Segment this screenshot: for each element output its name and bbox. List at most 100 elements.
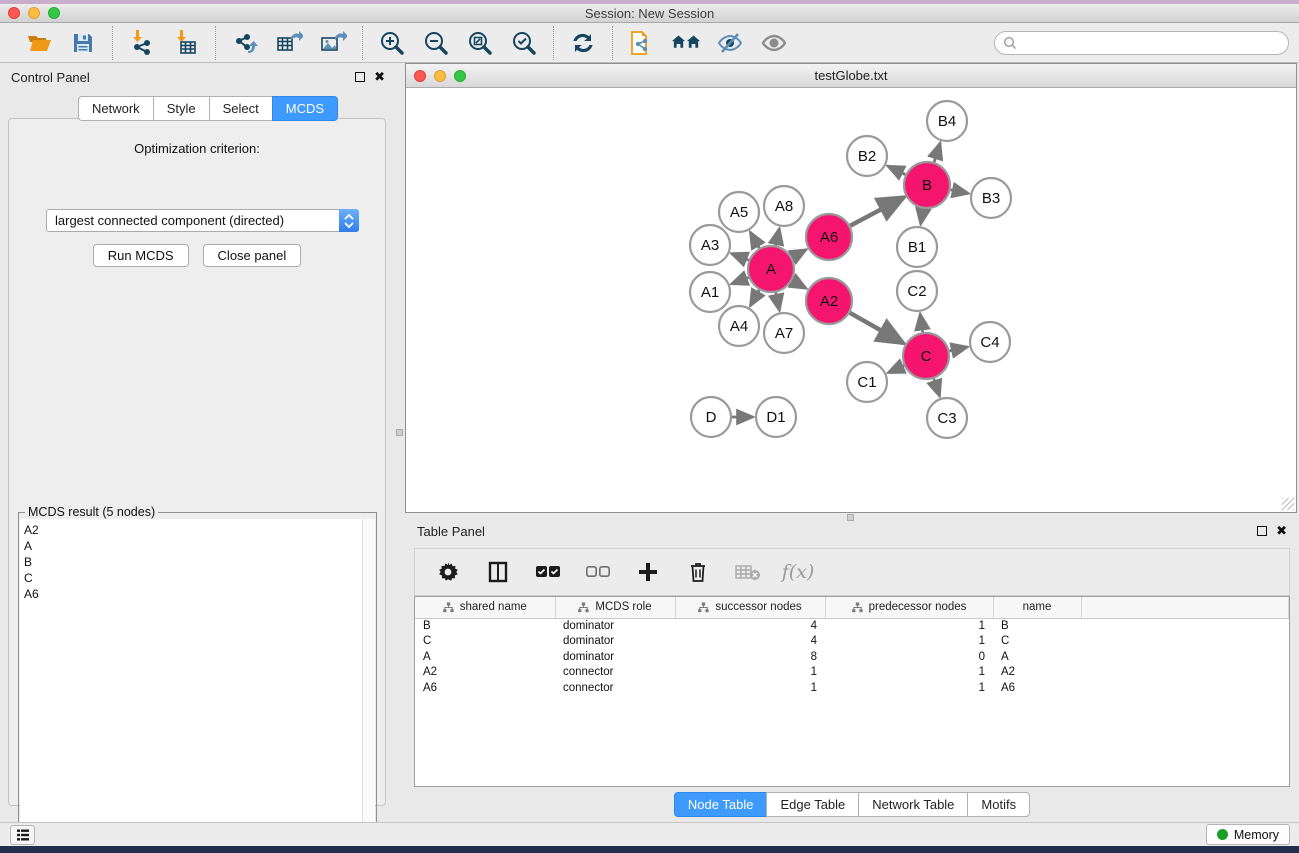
mcds-result-item[interactable]: A2 <box>24 522 363 538</box>
zoom-in-icon[interactable] <box>377 28 407 58</box>
minimize-network-icon[interactable] <box>434 70 446 82</box>
cell-shared_name[interactable]: A2 <box>415 665 555 681</box>
table-settings-icon[interactable] <box>435 559 461 585</box>
cell-predecessor_nodes[interactable]: 0 <box>825 649 993 665</box>
select-all-icon[interactable] <box>535 559 561 585</box>
close-table-panel-icon[interactable]: ✖ <box>1276 526 1287 536</box>
minimize-window-icon[interactable] <box>28 7 40 19</box>
tab-node-table[interactable]: Node Table <box>674 792 767 817</box>
close-panel-button[interactable]: Close panel <box>203 244 302 267</box>
edge-C-C4[interactable] <box>949 347 967 351</box>
deselect-all-icon[interactable] <box>585 559 611 585</box>
cell-predecessor_nodes[interactable]: 1 <box>825 618 993 634</box>
run-mcds-button[interactable]: Run MCDS <box>93 244 189 267</box>
node-C2[interactable]: C2 <box>897 271 937 311</box>
memory-button[interactable]: Memory <box>1206 824 1290 845</box>
edge-A-A6[interactable] <box>792 250 806 258</box>
close-panel-icon[interactable]: ✖ <box>374 72 385 82</box>
column-header-shared-name[interactable]: shared name <box>415 597 555 618</box>
resize-grip-icon[interactable] <box>1282 498 1294 510</box>
cell-successor_nodes[interactable]: 1 <box>675 680 825 696</box>
node-C1[interactable]: C1 <box>847 362 887 402</box>
table-row[interactable]: Cdominator41C <box>415 634 1289 650</box>
node-A8[interactable]: A8 <box>764 186 804 226</box>
network-graph[interactable]: B4B2BB3A5A8A6A3B1AC2A1A2A4A7C4CC1C3DD1 <box>406 88 1296 512</box>
edge-C-C1[interactable] <box>888 366 904 373</box>
mcds-result-item[interactable]: C <box>24 570 363 586</box>
column-header-predecessor-nodes[interactable]: predecessor nodes <box>825 597 993 618</box>
table-row[interactable]: A6connector11A6 <box>415 680 1289 696</box>
edge-B-B2[interactable] <box>888 166 906 175</box>
column-header-successor-nodes[interactable]: successor nodes <box>675 597 825 618</box>
cell-successor_nodes[interactable]: 8 <box>675 649 825 665</box>
cell-predecessor_nodes[interactable]: 1 <box>825 680 993 696</box>
edge-C-C2[interactable] <box>920 314 923 332</box>
search-input[interactable] <box>1022 36 1288 50</box>
mcds-result-item[interactable]: A <box>24 538 363 554</box>
tab-network[interactable]: Network <box>78 96 153 121</box>
tab-mcds[interactable]: MCDS <box>272 96 338 121</box>
float-table-panel-icon[interactable] <box>1257 526 1267 536</box>
cell-predecessor_nodes[interactable]: 1 <box>825 665 993 681</box>
refresh-layout-icon[interactable] <box>568 28 598 58</box>
node-A6[interactable]: A6 <box>806 214 852 260</box>
cell-mcds_role[interactable]: dominator <box>555 618 675 634</box>
tab-edge-table[interactable]: Edge Table <box>766 792 858 817</box>
delete-table-icon[interactable] <box>735 559 761 585</box>
edge-A-A1[interactable] <box>732 277 749 283</box>
node-B1[interactable]: B1 <box>897 227 937 267</box>
network-canvas[interactable]: B4B2BB3A5A8A6A3B1AC2A1A2A4A7C4CC1C3DD1 <box>406 88 1296 512</box>
edge-A-A4[interactable] <box>750 290 759 306</box>
node-A5[interactable]: A5 <box>719 192 759 232</box>
column-header-MCDS-role[interactable]: MCDS role <box>555 597 675 618</box>
node-B[interactable]: B <box>904 162 950 208</box>
cell-successor_nodes[interactable]: 1 <box>675 665 825 681</box>
export-image-icon[interactable] <box>318 28 348 58</box>
edge-A-A2[interactable] <box>792 281 806 289</box>
edge-B-B3[interactable] <box>951 190 969 194</box>
open-file-icon[interactable] <box>24 28 54 58</box>
cell-predecessor_nodes[interactable]: 1 <box>825 634 993 650</box>
export-network-icon[interactable] <box>230 28 260 58</box>
cell-mcds_role[interactable]: dominator <box>555 634 675 650</box>
cell-shared_name[interactable]: A6 <box>415 680 555 696</box>
edge-A-A8[interactable] <box>776 229 780 246</box>
delete-column-icon[interactable] <box>685 559 711 585</box>
node-A4[interactable]: A4 <box>719 306 759 346</box>
edge-B-B4[interactable] <box>934 143 940 162</box>
new-network-icon[interactable] <box>627 28 657 58</box>
node-A[interactable]: A <box>748 246 794 292</box>
mcds-result-item[interactable]: A6 <box>24 586 363 602</box>
edge-A-A3[interactable] <box>731 253 748 260</box>
node-D1[interactable]: D1 <box>756 397 796 437</box>
criterion-dropdown[interactable]: largest connected component (directed) <box>46 209 359 232</box>
cell-successor_nodes[interactable]: 4 <box>675 634 825 650</box>
node-C[interactable]: C <box>903 333 949 379</box>
hide-selected-icon[interactable] <box>715 28 745 58</box>
function-builder-icon[interactable]: f(x) <box>785 559 811 585</box>
maximize-network-icon[interactable] <box>454 70 466 82</box>
cell-name[interactable]: A <box>993 649 1081 665</box>
node-A2[interactable]: A2 <box>806 278 852 324</box>
cell-shared_name[interactable]: A <box>415 649 555 665</box>
zoom-selected-icon[interactable] <box>509 28 539 58</box>
column-header-name[interactable]: name <box>993 597 1081 618</box>
close-window-icon[interactable] <box>8 7 20 19</box>
cell-mcds_role[interactable]: dominator <box>555 649 675 665</box>
tab-style[interactable]: Style <box>153 96 209 121</box>
split-divider-handle[interactable] <box>396 429 403 436</box>
zoom-fit-icon[interactable] <box>465 28 495 58</box>
table-row[interactable]: Bdominator41B <box>415 618 1289 634</box>
node-A1[interactable]: A1 <box>690 272 730 312</box>
table-row[interactable]: Adominator80A <box>415 649 1289 665</box>
export-table-icon[interactable] <box>274 28 304 58</box>
node-A7[interactable]: A7 <box>764 313 804 353</box>
edge-A-A5[interactable] <box>750 232 759 248</box>
cell-mcds_role[interactable]: connector <box>555 665 675 681</box>
edge-A6-B[interactable] <box>850 197 904 226</box>
node-A3[interactable]: A3 <box>690 225 730 265</box>
network-window-titlebar[interactable]: testGlobe.txt <box>406 64 1296 88</box>
tab-motifs[interactable]: Motifs <box>967 792 1030 817</box>
cell-name[interactable]: A6 <box>993 680 1081 696</box>
close-network-icon[interactable] <box>414 70 426 82</box>
